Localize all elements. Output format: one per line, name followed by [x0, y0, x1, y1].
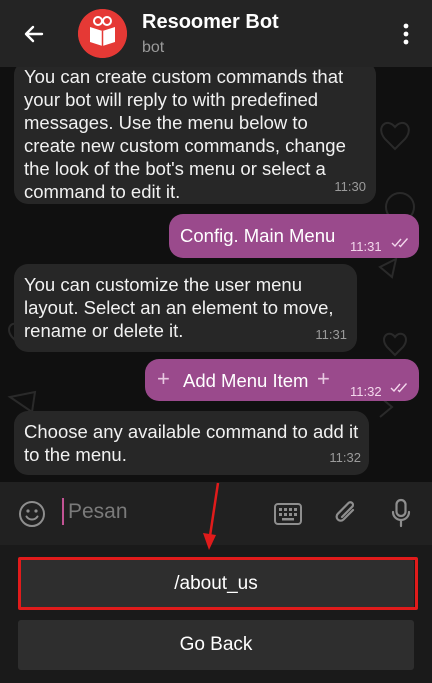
chat-title-block[interactable]: Resoomer Bot bot	[142, 10, 279, 59]
message-time: 11:32	[329, 450, 361, 465]
microphone-icon	[391, 498, 411, 528]
message-list[interactable]: You can create custom commands that your…	[0, 67, 432, 482]
message-bubble-incoming[interactable]: You can create custom commands that your…	[14, 67, 376, 204]
message-bubble-incoming[interactable]: You can customize the user menu layout. …	[14, 264, 357, 352]
message-time: 11:31	[315, 327, 347, 342]
voice-button[interactable]	[386, 496, 416, 530]
plus-icon: +	[317, 366, 330, 391]
resoomer-logo-icon	[78, 9, 127, 58]
double-check-icon	[391, 238, 409, 248]
text-caret	[62, 498, 64, 525]
message-text: Choose any available command to add it t…	[24, 421, 359, 465]
double-check-icon	[390, 383, 408, 393]
plus-icon: +	[157, 366, 170, 391]
telegram-chat-screen: Resoomer Bot bot You can create custom c…	[0, 0, 432, 683]
attach-button[interactable]	[330, 496, 362, 530]
message-text: You can create custom commands that your…	[24, 67, 346, 202]
message-input[interactable]: Pesan	[68, 499, 128, 525]
keyboard-button-go-back[interactable]: Go Back	[18, 620, 414, 670]
back-button[interactable]	[14, 18, 54, 50]
chat-subtitle: bot	[142, 39, 165, 56]
message-time: 11:32	[350, 384, 382, 399]
chat-header: Resoomer Bot bot	[0, 0, 432, 67]
keyboard-button-about-us[interactable]: /about_us	[18, 559, 414, 609]
paperclip-icon	[335, 501, 355, 522]
bot-keyboard-button[interactable]	[272, 498, 304, 530]
more-menu-button[interactable]	[394, 18, 418, 50]
message-time: 11:30	[334, 179, 366, 194]
back-arrow-icon	[24, 25, 44, 43]
keyboard-icon	[274, 503, 302, 525]
message-text: Config. Main Menu	[180, 225, 336, 246]
emoji-icon	[19, 501, 45, 527]
more-vertical-icon	[403, 23, 409, 45]
chat-title: Resoomer Bot	[142, 11, 279, 33]
message-text: You can customize the user menu layout. …	[24, 274, 334, 341]
message-bubble-outgoing[interactable]: Config. Main Menu 11:31	[169, 214, 419, 258]
message-input-bar	[0, 482, 432, 545]
emoji-button[interactable]	[16, 498, 48, 530]
message-text: Add Menu Item	[183, 370, 309, 391]
message-bubble-incoming[interactable]: Choose any available command to add it t…	[14, 411, 369, 475]
message-bubble-outgoing[interactable]: + Add Menu Item + 11:32	[145, 359, 419, 401]
avatar[interactable]	[78, 9, 127, 58]
message-time: 11:31	[350, 239, 382, 254]
